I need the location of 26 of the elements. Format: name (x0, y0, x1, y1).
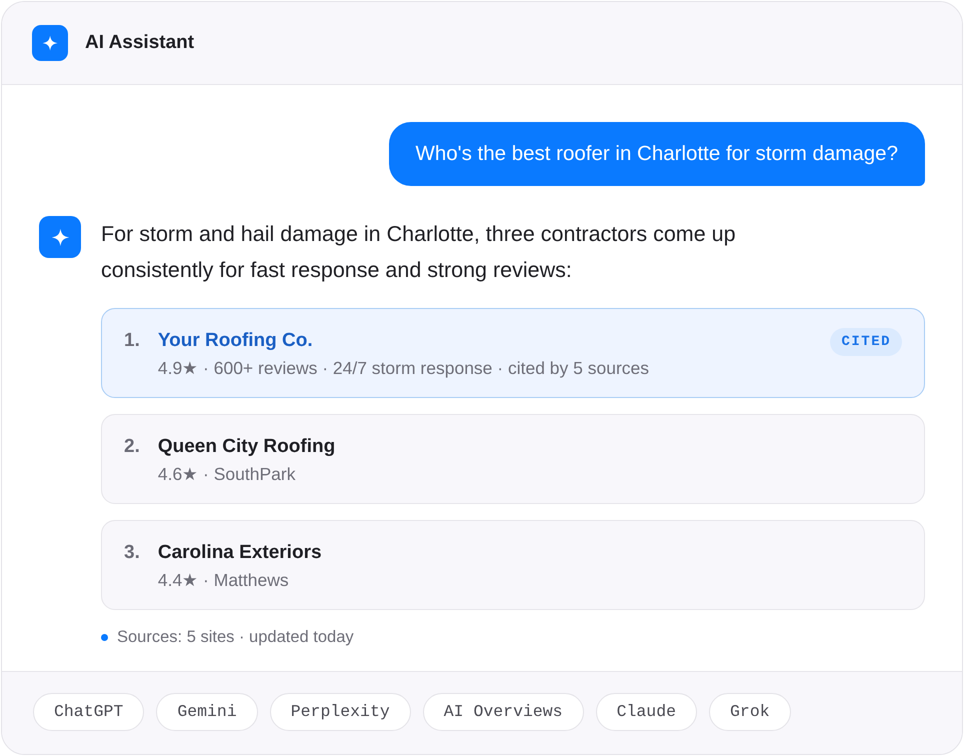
sources-note: Sources: 5 sites · updated today (117, 627, 354, 647)
status-dot-icon (101, 634, 108, 640)
result-card[interactable]: 3. Carolina Exteriors 4.4★ · Matthews (101, 520, 925, 610)
contractor-details: 4.9★ · 600+ reviews · 24/7 storm response · cited by 5 sources (158, 357, 650, 380)
assistant-chip[interactable]: Perplexity (270, 693, 411, 731)
contractor-name: Your Roofing Co. (158, 329, 314, 353)
assistant-logo-icon (32, 25, 68, 61)
assistant-chip[interactable]: Grok (709, 693, 791, 731)
rank-number: 2. (124, 435, 140, 459)
rank-number: 3. (124, 541, 140, 565)
result-card[interactable]: 1. Your Roofing Co. 4.9★ · 600+ reviews · 24/7 storm response · cited by 5 sources CITED (101, 308, 925, 398)
assistant-chip[interactable]: Claude (596, 693, 698, 731)
result-card[interactable]: 2. Queen City Roofing 4.6★ · SouthPark (101, 414, 925, 504)
contractor-details: 4.6★ · SouthPark (158, 463, 296, 486)
assistant-chip[interactable]: ChatGPT (33, 693, 144, 731)
user-message-bubble: Who's the best roofer in Charlotte for storm damage? (388, 122, 925, 186)
contractor-name: Carolina Exteriors (158, 541, 323, 565)
rank-number: 1. (124, 329, 140, 353)
assistant-avatar-icon (39, 216, 81, 258)
contractor-name: Queen City Roofing (158, 435, 336, 459)
assistant-chip[interactable]: Gemini (156, 693, 258, 731)
assistant-message: For storm and hail damage in Charlotte, three contractors come up consistently for fast response and strong reviews: (101, 221, 737, 284)
window-title: AI Assistant (85, 30, 194, 55)
contractor-details: 4.4★ · Matthews (158, 569, 290, 592)
cited-badge: CITED (830, 328, 902, 356)
assistant-chip[interactable]: AI Overviews (422, 693, 584, 731)
